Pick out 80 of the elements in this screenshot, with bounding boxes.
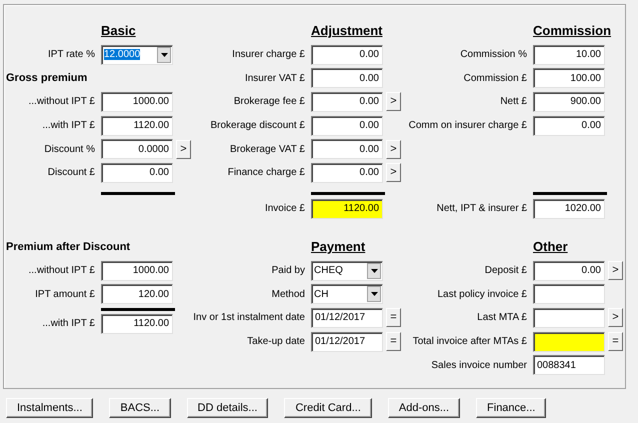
field-label: Insurer VAT £: [244, 72, 306, 86]
section-heading: Commission: [533, 22, 612, 40]
action-button[interactable]: Credit Card...: [284, 398, 372, 418]
field-label: Commission £: [462, 72, 528, 86]
field-label: ...with IPT £: [41, 317, 96, 332]
field-label: Last policy invoice £: [436, 288, 528, 302]
field-label: Finance charge £: [226, 166, 306, 180]
input-field[interactable]: 0.00: [311, 139, 383, 160]
field-label: Discount £: [46, 166, 96, 180]
action-button[interactable]: Instalments...: [6, 398, 94, 418]
section-heading: Adjustment: [311, 22, 384, 40]
small-button[interactable]: >: [386, 92, 401, 112]
small-button[interactable]: >: [608, 261, 623, 280]
field-label: Total invoice after MTAs £: [412, 335, 528, 350]
field-label: Brokerage discount £: [209, 119, 306, 134]
input-field[interactable]: 0.00: [311, 68, 383, 88]
section-heading: Premium after Discount: [6, 240, 130, 255]
input-field[interactable]: 1120.00: [101, 314, 173, 334]
dropdown-field[interactable]: CHEQ: [311, 260, 383, 281]
section-heading: Other: [533, 238, 569, 256]
field-label: Commission %: [459, 48, 528, 62]
input-field[interactable]: 1120.00: [311, 198, 383, 219]
input-field[interactable]: 900.00: [533, 92, 605, 112]
input-field[interactable]: 1000.00: [101, 92, 173, 112]
input-field[interactable]: [533, 308, 605, 328]
field-label: Method: [270, 288, 306, 302]
input-field[interactable]: 01/12/2017: [311, 332, 383, 352]
input-field[interactable]: 01/12/2017: [311, 308, 383, 328]
field-label: ...with IPT £: [41, 119, 96, 134]
input-field[interactable]: 0.0000: [101, 139, 173, 160]
field-label: Comm on insurer charge £: [408, 119, 528, 134]
action-button[interactable]: BACS...: [109, 398, 171, 418]
dropdown-field[interactable]: 12.0000: [101, 44, 173, 65]
field-label: Deposit £: [484, 264, 528, 278]
input-field[interactable]: 10.00: [533, 44, 605, 65]
input-field[interactable]: [533, 332, 605, 352]
section-heading: Basic: [101, 22, 137, 40]
field-label: Last MTA £: [476, 311, 528, 326]
field-label: Brokerage fee £: [232, 95, 306, 110]
small-button[interactable]: =: [608, 332, 623, 352]
small-button[interactable]: =: [386, 308, 401, 328]
input-field[interactable]: 0.00: [311, 44, 383, 65]
small-button[interactable]: >: [386, 140, 401, 159]
input-field[interactable]: 0.00: [311, 116, 383, 136]
dropdown-field[interactable]: CH: [311, 284, 383, 304]
field-label: IPT rate %: [46, 48, 96, 62]
action-button[interactable]: Finance...: [476, 398, 546, 418]
input-field[interactable]: 0.00: [311, 92, 383, 112]
input-field[interactable]: 1120.00: [101, 116, 173, 136]
field-label: ...without IPT £: [27, 264, 96, 278]
small-button[interactable]: =: [386, 332, 401, 352]
input-field[interactable]: 1020.00: [533, 198, 605, 219]
small-button[interactable]: >: [386, 163, 401, 182]
subheading: Gross premium: [6, 71, 88, 86]
field-label: Brokerage VAT £: [228, 142, 306, 157]
field-label: IPT amount £: [34, 288, 96, 302]
field-label: Insurer charge £: [231, 48, 306, 62]
field-label: ...without IPT £: [27, 95, 96, 110]
input-field[interactable]: 100.00: [533, 68, 605, 88]
field-label: Inv or 1st instalment date: [192, 311, 306, 326]
field-label: Invoice £: [264, 202, 306, 216]
input-field[interactable]: 1000.00: [101, 260, 173, 281]
action-button[interactable]: Add-ons...: [388, 398, 460, 418]
field-label: Sales invoice number: [430, 358, 528, 373]
input-field[interactable]: 120.00: [101, 284, 173, 304]
field-label: Nett, IPT & insurer £: [436, 202, 528, 216]
field-label: Discount %: [43, 142, 96, 157]
input-field[interactable]: 0088341: [533, 355, 605, 376]
action-button[interactable]: DD details...: [186, 398, 268, 418]
section-heading: Payment: [311, 238, 366, 256]
input-field[interactable]: [533, 284, 605, 304]
input-field[interactable]: 0.00: [533, 260, 605, 281]
field-label: Nett £: [499, 95, 528, 110]
input-field[interactable]: 0.00: [533, 116, 605, 136]
small-button[interactable]: >: [608, 308, 623, 328]
field-label: Take-up date: [246, 335, 306, 350]
small-button[interactable]: >: [176, 140, 191, 159]
field-label: Paid by: [270, 264, 306, 278]
input-field[interactable]: 0.00: [311, 162, 383, 183]
input-field[interactable]: 0.00: [101, 162, 173, 183]
